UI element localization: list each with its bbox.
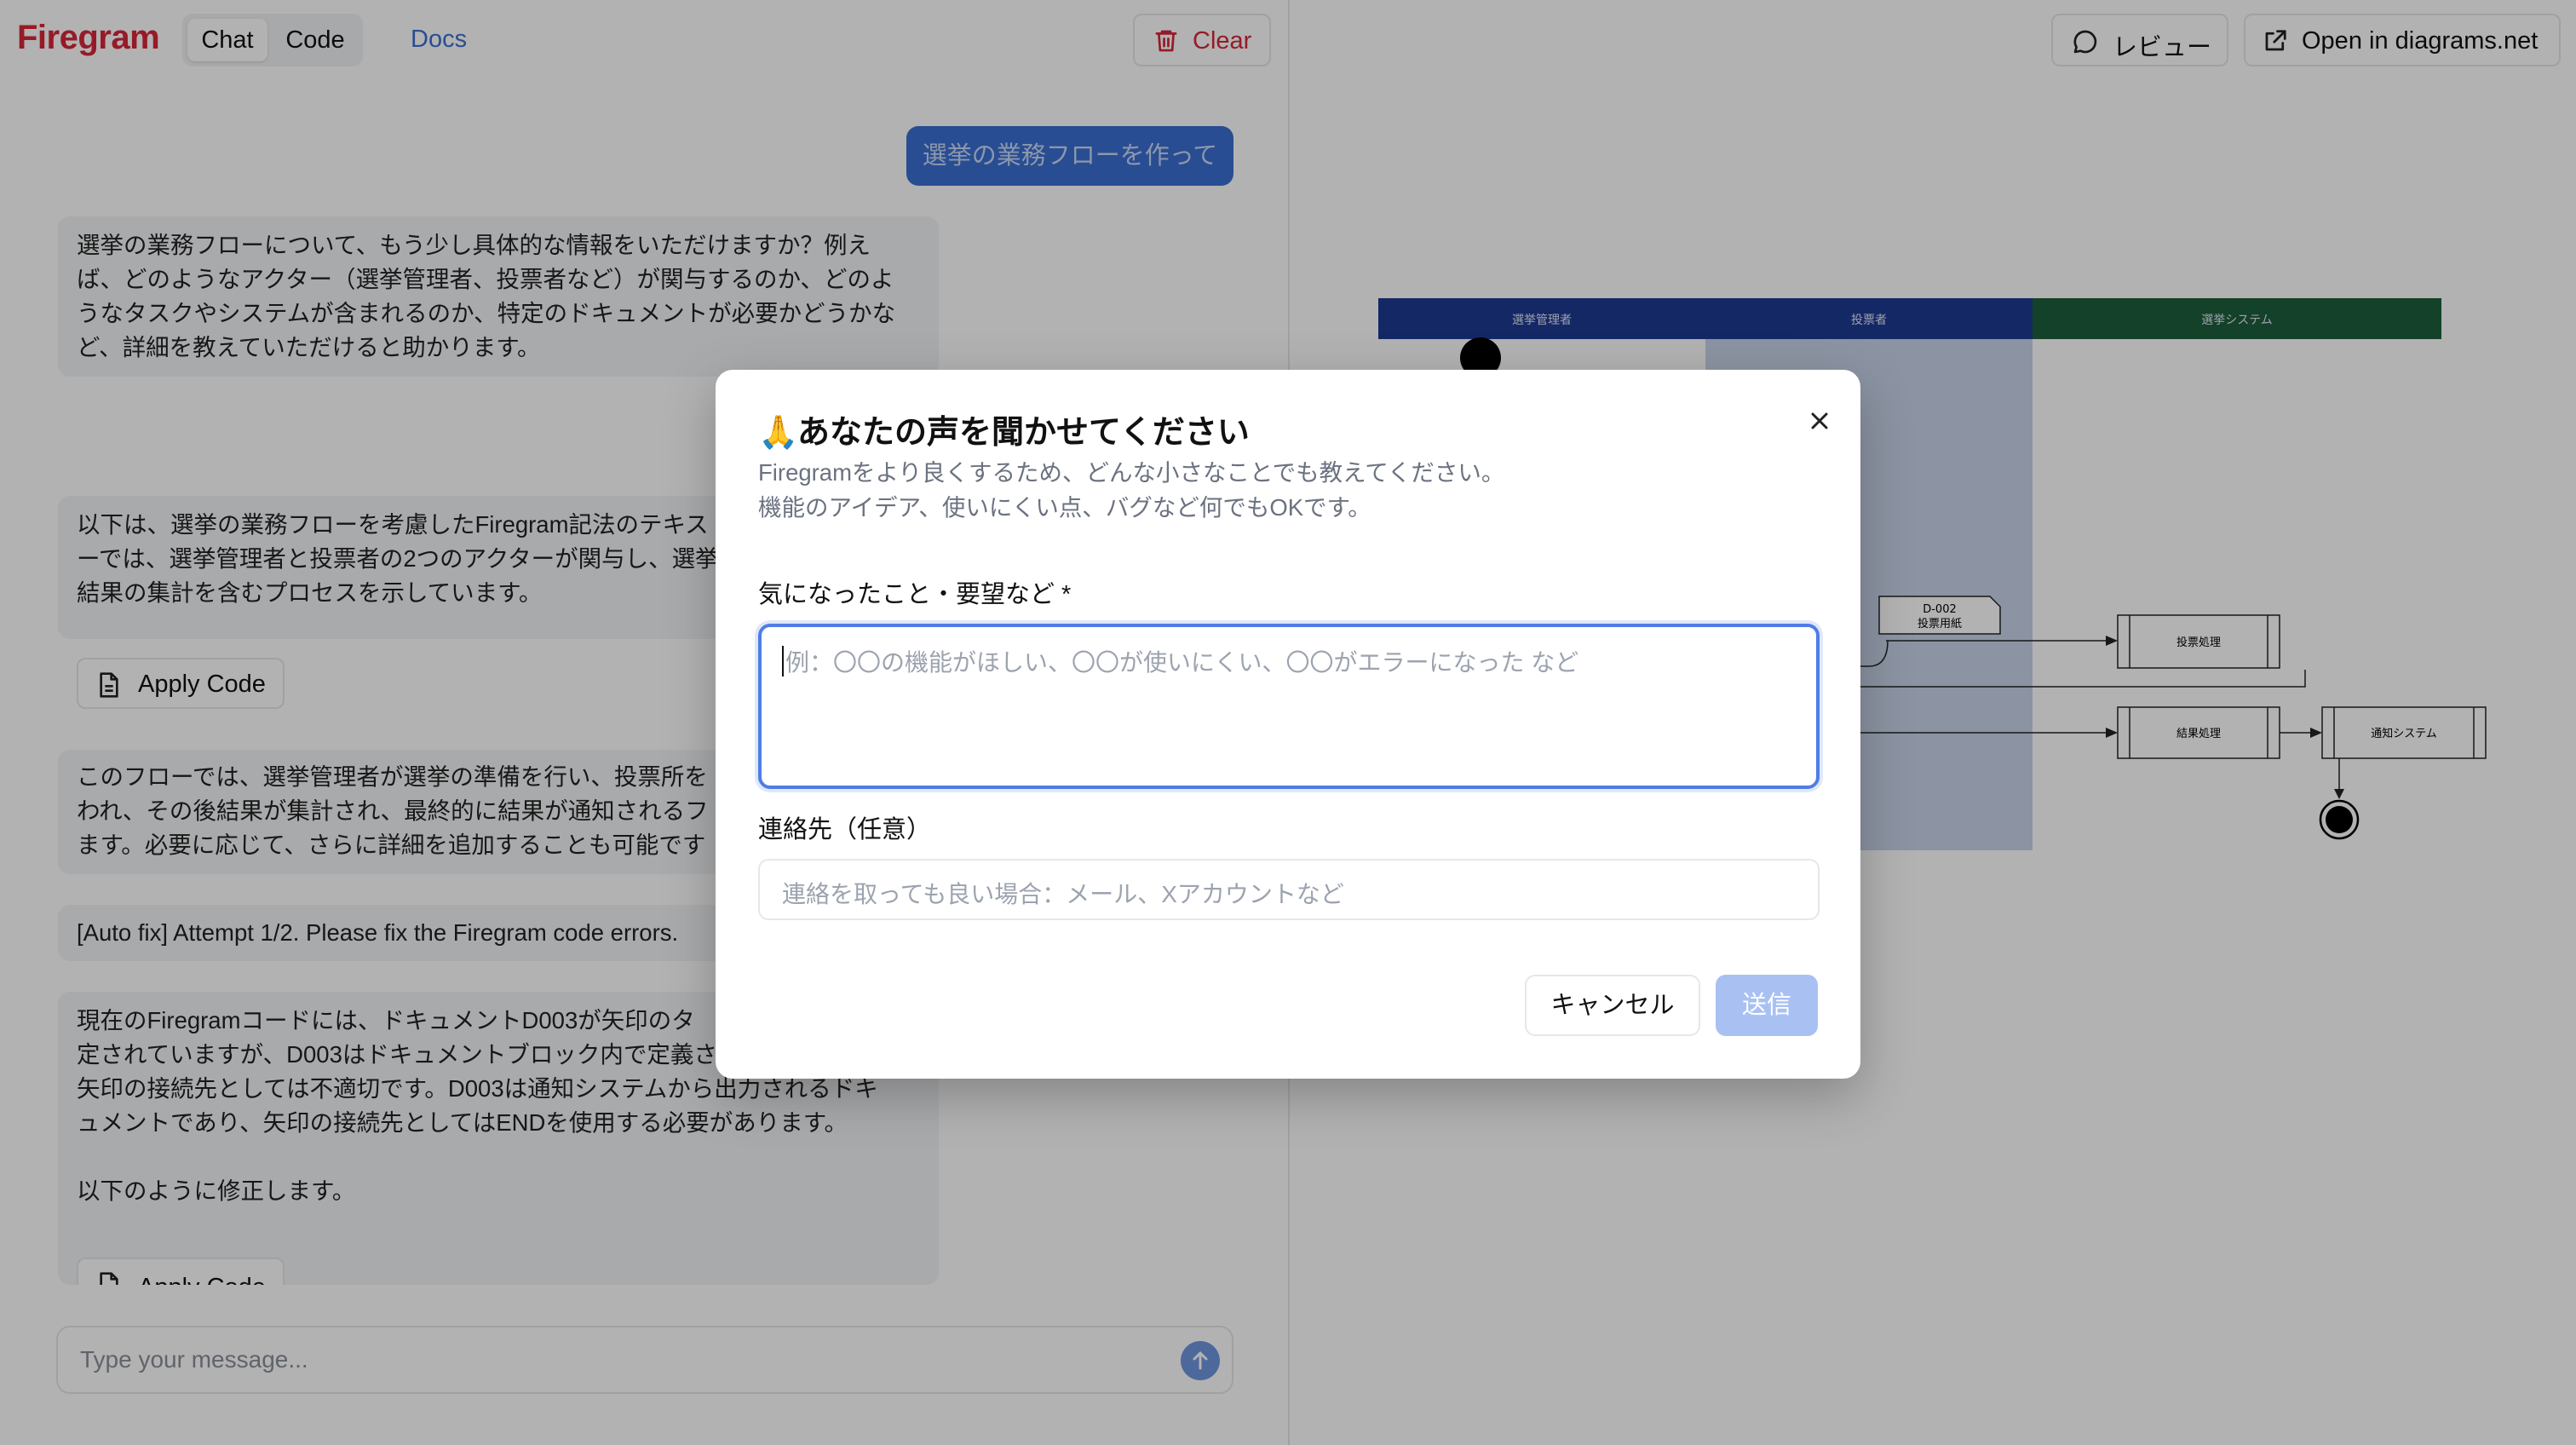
contact-placeholder: 連絡を取っても良い場合：メール、Xアカウントなど [782, 881, 1344, 907]
description-line: Firegramをより良くするため、どんな小さなことでも教えてください。 [758, 459, 1505, 486]
description-line: 機能のアイデア、使いにくい点、バグなど何でもOKです。 [758, 494, 1371, 521]
cancel-button[interactable]: キャンセル [1525, 975, 1700, 1036]
pray-emoji: 🙏 [758, 415, 799, 451]
modal-title: 🙏あなたの声を聞かせてください [758, 406, 1250, 452]
contact-label: 連絡先（任意） [758, 816, 932, 843]
modal-title-text: あなたの声を聞かせてください [797, 415, 1250, 451]
feedback-label: 気になったこと・要望など * [758, 581, 1072, 608]
contact-input[interactable]: 連絡を取っても良い場合：メール、Xアカウントなど [758, 859, 1820, 920]
text-caret [782, 646, 784, 676]
feedback-textarea[interactable]: 例：〇〇の機能がほしい、〇〇が使いにくい、〇〇がエラーになった など [758, 624, 1820, 789]
modal-description: Firegramをより良くするため、どんな小さなことでも教えてください。 機能の… [758, 455, 1504, 525]
close-button[interactable] [1801, 402, 1838, 440]
submit-button[interactable]: 送信 [1716, 975, 1818, 1036]
feedback-placeholder: 例：〇〇の機能がほしい、〇〇が使いにくい、〇〇がエラーになった など [785, 649, 1579, 676]
feedback-modal: 🙏あなたの声を聞かせてください Firegramをより良くするため、どんな小さな… [716, 370, 1860, 1079]
close-icon [1811, 412, 1828, 429]
